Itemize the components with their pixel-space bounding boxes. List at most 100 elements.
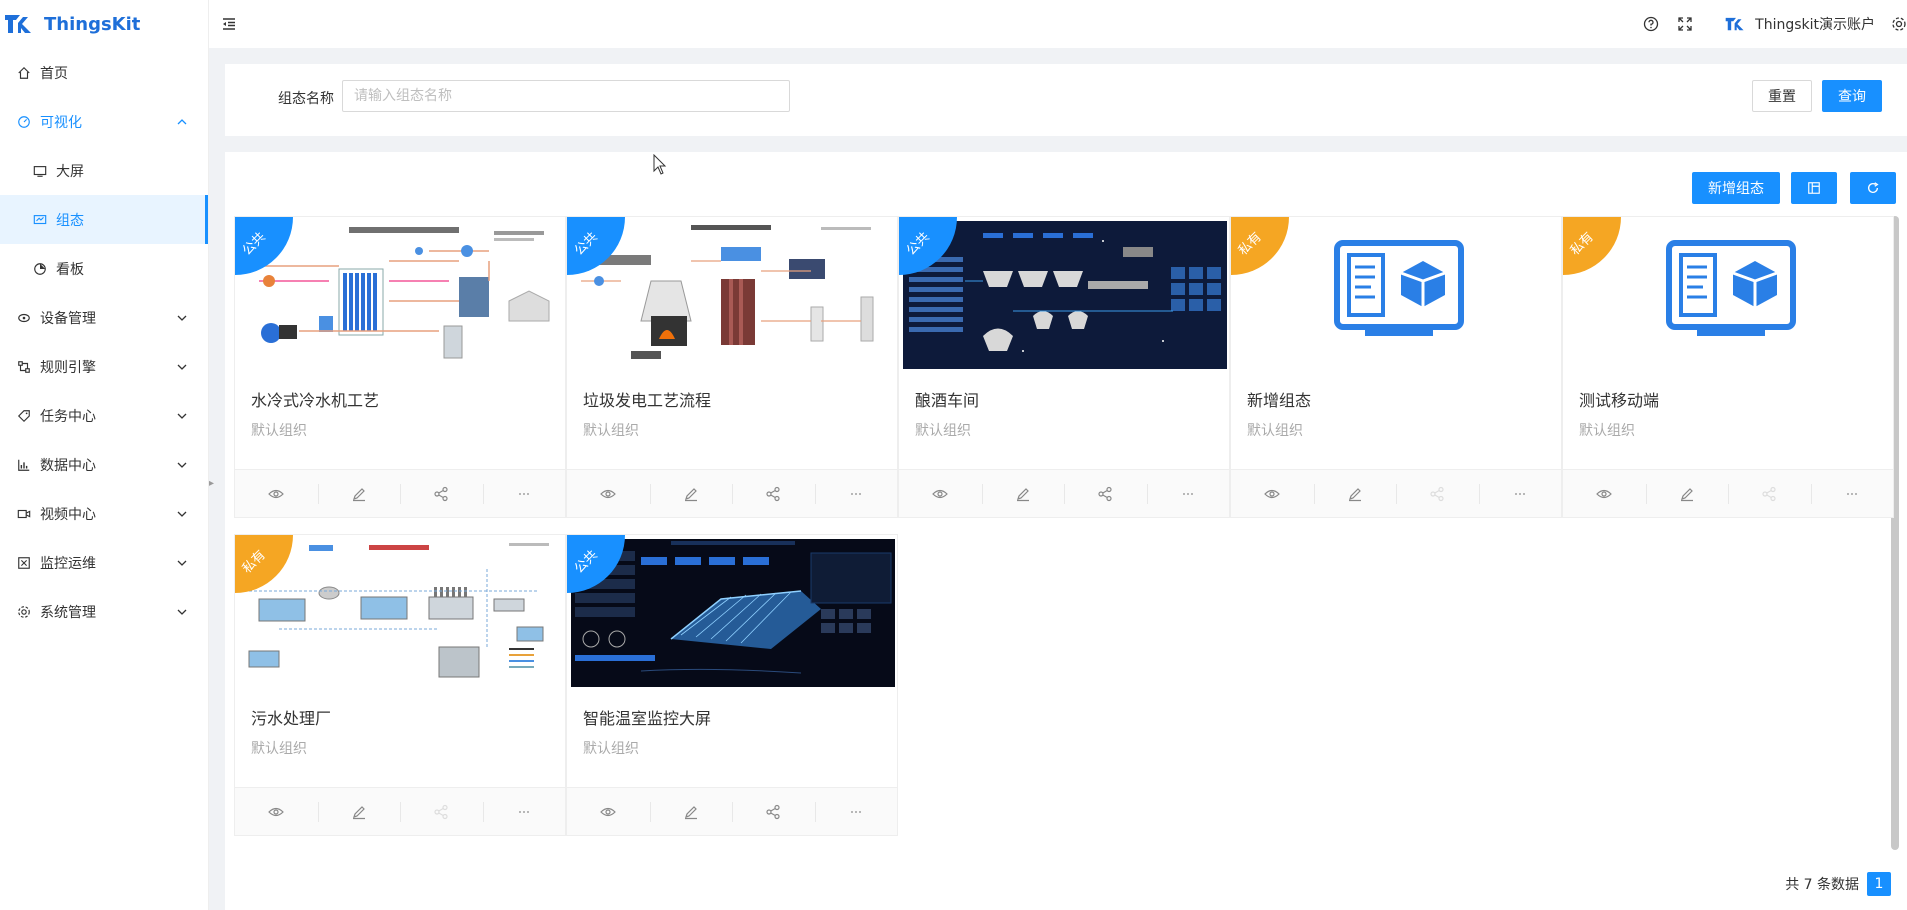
edit-icon [684,805,697,819]
more-button[interactable] [1478,470,1562,517]
configuration-card[interactable]: 私有 污水处理厂 默认组织 [234,534,566,836]
card-organization: 默认组织 [251,423,307,439]
preview-button[interactable] [567,788,650,835]
tag-icon [16,408,32,424]
chevron-down-icon [177,315,187,321]
preview-button[interactable] [1231,470,1314,517]
share-button[interactable] [400,470,483,517]
more-button[interactable] [814,788,898,835]
dashboard-icon [16,114,32,130]
account-menu[interactable]: Thingskit演示账户 [1725,14,1875,34]
sidebar-item-label: 组态 [56,212,84,229]
sidebar-item-label: 系统管理 [40,604,96,621]
bar-chart-icon [16,457,32,473]
search-input[interactable] [342,80,790,112]
share-button [1728,470,1811,517]
menu-fold-icon[interactable] [221,16,237,32]
preview-button[interactable] [235,470,318,517]
fullscreen-icon[interactable] [1677,16,1693,32]
sidebar-item-big-screen[interactable]: 大屏 [0,146,208,195]
sidebar-item-rule-engine[interactable]: 规则引擎 [0,342,208,391]
preview-button[interactable] [1563,470,1646,517]
add-configuration-button[interactable]: 新增组态 [1692,172,1780,204]
card-organization: 默认组织 [251,741,307,757]
visibility-badge: 公共 [567,535,647,615]
preview-button[interactable] [235,788,318,835]
sidebar-item-device-management[interactable]: 设备管理 [0,293,208,342]
sidebar-item-monitoring[interactable]: 监控运维 [0,538,208,587]
card-organization: 默认组织 [1247,423,1303,439]
table-view-icon [1808,182,1820,194]
more-button[interactable] [482,788,566,835]
sidebar-item-video-center[interactable]: 视频中心 [0,489,208,538]
card-actions [899,469,1229,517]
share-button[interactable] [732,470,815,517]
share-icon [766,804,780,819]
chevron-down-icon [177,560,187,566]
edit-button[interactable] [649,470,733,517]
edit-button[interactable] [1645,470,1729,517]
query-button[interactable]: 查询 [1822,80,1882,112]
sidebar-item-label: 规则引擎 [40,359,96,376]
sidebar-item-visualization[interactable]: 可视化 [0,97,208,146]
configuration-card[interactable]: 私有 新增组态 默认组织 [1230,216,1562,518]
configuration-card[interactable]: 私有 测试移动端 默认组织 [1562,216,1894,518]
chevron-down-icon [177,462,187,468]
more-button[interactable] [482,470,566,517]
edit-icon [1016,487,1029,501]
card-title: 水冷式冷水机工艺 [251,391,380,410]
edit-icon [1348,487,1361,501]
share-button[interactable] [732,788,815,835]
sider-collapse-trigger[interactable]: ▸ [209,478,217,494]
configuration-card[interactable]: 公共 智能温室监控大屏 默认组织 [566,534,898,836]
sidebar-item-task-center[interactable]: 任务中心 [0,391,208,440]
help-icon[interactable] [1643,16,1659,32]
sidebar-item-system-management[interactable]: 系统管理 [0,587,208,636]
edit-button[interactable] [317,788,401,835]
configuration-card[interactable]: 公共 垃圾发电工艺流程 默认组织 [566,216,898,518]
app-logo[interactable]: ThingsKit [0,0,208,48]
sidebar-item-label: 监控运维 [40,555,96,572]
edit-button[interactable] [1313,470,1397,517]
configuration-card[interactable]: 公共 水冷式冷水机工艺 默认组织 [234,216,566,518]
page-number-current[interactable]: 1 [1867,872,1891,896]
pie-icon [32,261,48,277]
configuration-card[interactable]: 公共 酿酒车间 默认组织 [898,216,1230,518]
sidebar-item-label: 视频中心 [40,506,96,523]
more-button[interactable] [1146,470,1230,517]
card-organization: 默认组织 [1579,423,1635,439]
share-button[interactable] [1064,470,1147,517]
more-button[interactable] [814,470,898,517]
more-button[interactable] [1810,470,1894,517]
reset-button[interactable]: 重置 [1752,80,1812,112]
edit-button[interactable] [981,470,1065,517]
share-icon [1762,486,1776,501]
more-icon [1182,492,1193,495]
edit-button[interactable] [317,470,401,517]
card-title: 垃圾发电工艺流程 [583,391,712,410]
sidebar-item-data-center[interactable]: 数据中心 [0,440,208,489]
share-icon [1430,486,1444,501]
gear-icon[interactable] [1891,16,1907,32]
card-title: 智能温室监控大屏 [583,709,712,728]
view-toggle-button[interactable] [1791,172,1837,204]
visibility-badge: 公共 [899,217,979,297]
pagination-total: 共 7 条数据 [1785,877,1859,893]
card-title: 测试移动端 [1579,391,1660,410]
sidebar-item-label: 数据中心 [40,457,96,474]
card-actions [235,469,565,517]
chevron-down-icon [177,511,187,517]
preview-button[interactable] [567,470,650,517]
settings-icon [16,604,32,620]
sidebar-item-home[interactable]: 首页 [0,48,208,97]
top-header: Thingskit演示账户 [209,0,1907,48]
sidebar-item-board[interactable]: 看板 [0,244,208,293]
chevron-down-icon [177,364,187,370]
more-icon [1846,492,1857,495]
edit-button[interactable] [649,788,733,835]
preview-button[interactable] [899,470,982,517]
card-title: 酿酒车间 [915,391,980,410]
sidebar-item-configuration[interactable]: 组态 [0,195,208,244]
refresh-button[interactable] [1850,172,1896,204]
search-form: 组态名称 重置 查询 [225,64,1907,136]
